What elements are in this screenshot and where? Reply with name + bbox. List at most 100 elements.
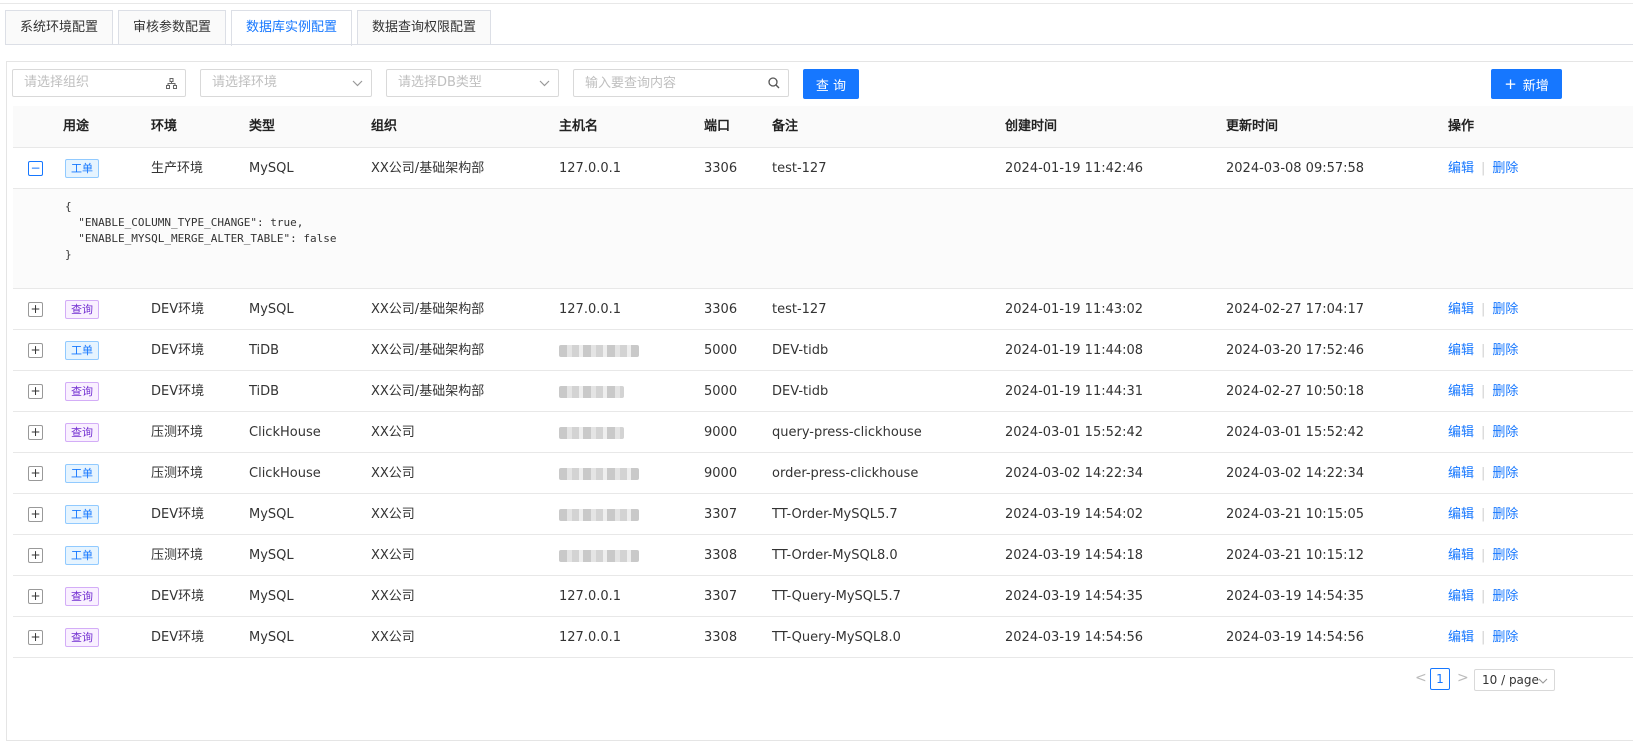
dbtype-select[interactable]: 请选择DB类型	[386, 69, 559, 97]
redacted-host	[559, 550, 639, 562]
remark-cell: DEV-tidb	[772, 384, 829, 399]
redacted-host	[559, 427, 624, 439]
created-time-cell: 2024-01-19 11:44:31	[1005, 384, 1144, 399]
type-cell: ClickHouse	[249, 425, 321, 440]
created-time-cell: 2024-01-19 11:42:46	[1005, 161, 1144, 176]
type-cell: MySQL	[249, 589, 294, 604]
action-separator: |	[1481, 548, 1486, 563]
org-cell: XX公司	[371, 548, 415, 563]
created-time-cell: 2024-01-19 11:44:08	[1005, 343, 1144, 358]
edit-link[interactable]: 编辑	[1448, 302, 1474, 317]
expand-row-button[interactable]: +	[28, 343, 43, 358]
redacted-host	[559, 509, 639, 521]
env-cell: 压测环境	[151, 466, 204, 481]
delete-link[interactable]: 删除	[1492, 507, 1518, 522]
purpose-tag: 工单	[65, 341, 99, 360]
expand-row-button[interactable]: +	[28, 589, 43, 604]
updated-time-cell: 2024-03-01 15:52:42	[1226, 425, 1365, 440]
updated-time-cell: 2024-02-27 10:50:18	[1226, 384, 1365, 399]
tab-db-instances[interactable]: 数据库实例配置	[231, 10, 353, 46]
delete-link[interactable]: 删除	[1492, 343, 1518, 358]
env-cell: 压测环境	[151, 548, 204, 563]
purpose-tag: 查询	[65, 300, 99, 319]
collapse-row-button[interactable]: −	[28, 161, 43, 176]
type-cell: MySQL	[249, 507, 294, 522]
page-size-select[interactable]: 10 / page	[1474, 669, 1555, 691]
delete-link[interactable]: 删除	[1492, 466, 1518, 481]
port-cell: 5000	[704, 384, 738, 399]
table-row: + 工单 DEV环境 MySQL XX公司 3307 TT-Order-MySQL5.7 20…	[13, 494, 1633, 535]
port-cell: 3306	[704, 161, 738, 176]
delete-link[interactable]: 删除	[1492, 161, 1518, 176]
tab-audit-params[interactable]: 审核参数配置	[118, 10, 227, 45]
query-button[interactable]: 查 询	[803, 69, 859, 99]
action-separator: |	[1481, 161, 1486, 176]
org-cell: XX公司/基础架构部	[371, 343, 485, 358]
search-input[interactable]	[585, 70, 755, 96]
edit-link[interactable]: 编辑	[1448, 425, 1474, 440]
table-row: + 工单 压测环境 ClickHouse XX公司 9000 order-press-cli…	[13, 453, 1633, 494]
purpose-tag: 工单	[65, 464, 99, 483]
created-time-cell: 2024-03-19 14:54:56	[1005, 630, 1144, 645]
edit-link[interactable]: 编辑	[1448, 630, 1474, 645]
column-header: 操作	[1448, 119, 1475, 134]
tab-system-env[interactable]: 系统环境配置	[5, 10, 114, 45]
org-select[interactable]: 请选择组织	[12, 69, 186, 97]
action-separator: |	[1481, 384, 1486, 399]
purpose-tag: 查询	[65, 628, 99, 647]
expand-row-button[interactable]: +	[28, 425, 43, 440]
remark-cell: TT-Query-MySQL5.7	[772, 589, 901, 604]
remark-cell: query-press-clickhouse	[772, 425, 922, 440]
purpose-tag: 工单	[65, 546, 99, 565]
actions-cell: 编辑 | 删除	[1448, 330, 1518, 371]
expand-row-button[interactable]: +	[28, 548, 43, 563]
delete-link[interactable]: 删除	[1492, 548, 1518, 563]
next-page-button[interactable]: >	[1457, 670, 1469, 686]
config-json: { "ENABLE_COLUMN_TYPE_CHANGE": true, "EN…	[65, 200, 337, 261]
db-instance-table: 用途 环境 类型 组织 主机名 端口 备注 创建时间 更新时间 操作 − 工单 生产…	[13, 106, 1633, 658]
edit-link[interactable]: 编辑	[1448, 589, 1474, 604]
edit-link[interactable]: 编辑	[1448, 343, 1474, 358]
type-cell: MySQL	[249, 548, 294, 563]
expand-row-button[interactable]: +	[28, 384, 43, 399]
type-cell: MySQL	[249, 161, 294, 176]
type-cell: MySQL	[249, 630, 294, 645]
action-separator: |	[1481, 302, 1486, 317]
column-header: 更新时间	[1226, 119, 1279, 134]
expand-row-button[interactable]: +	[28, 466, 43, 481]
prev-page-button[interactable]: <	[1415, 670, 1427, 686]
actions-cell: 编辑 | 删除	[1448, 289, 1518, 330]
edit-link[interactable]: 编辑	[1448, 507, 1474, 522]
remark-cell: order-press-clickhouse	[772, 466, 919, 481]
search-field[interactable]	[573, 69, 789, 97]
page-1-button[interactable]: 1	[1430, 668, 1450, 690]
expand-row-button[interactable]: +	[28, 507, 43, 522]
env-select-placeholder: 请选择环境	[212, 75, 278, 90]
host-cell: 127.0.0.1	[559, 589, 622, 604]
created-time-cell: 2024-03-02 14:22:34	[1005, 466, 1144, 481]
port-cell: 3308	[704, 630, 738, 645]
add-button[interactable]: + 新增	[1491, 69, 1562, 99]
remark-cell: DEV-tidb	[772, 343, 829, 358]
delete-link[interactable]: 删除	[1492, 425, 1518, 440]
expand-row-button[interactable]: +	[28, 630, 43, 645]
action-separator: |	[1481, 343, 1486, 358]
expand-row-button[interactable]: +	[28, 302, 43, 317]
edit-link[interactable]: 编辑	[1448, 548, 1474, 563]
delete-link[interactable]: 删除	[1492, 302, 1518, 317]
env-select[interactable]: 请选择环境	[200, 69, 372, 97]
action-separator: |	[1481, 630, 1486, 645]
org-cell: XX公司	[371, 425, 415, 440]
edit-link[interactable]: 编辑	[1448, 466, 1474, 481]
delete-link[interactable]: 删除	[1492, 589, 1518, 604]
edit-link[interactable]: 编辑	[1448, 384, 1474, 399]
org-cell: XX公司	[371, 507, 415, 522]
delete-link[interactable]: 删除	[1492, 384, 1518, 399]
search-icon[interactable]	[768, 70, 780, 96]
top-divider	[0, 3, 1633, 4]
port-cell: 3306	[704, 302, 738, 317]
delete-link[interactable]: 删除	[1492, 630, 1518, 645]
env-cell: DEV环境	[151, 630, 205, 645]
edit-link[interactable]: 编辑	[1448, 161, 1474, 176]
tab-query-permissions[interactable]: 数据查询权限配置	[357, 10, 492, 45]
